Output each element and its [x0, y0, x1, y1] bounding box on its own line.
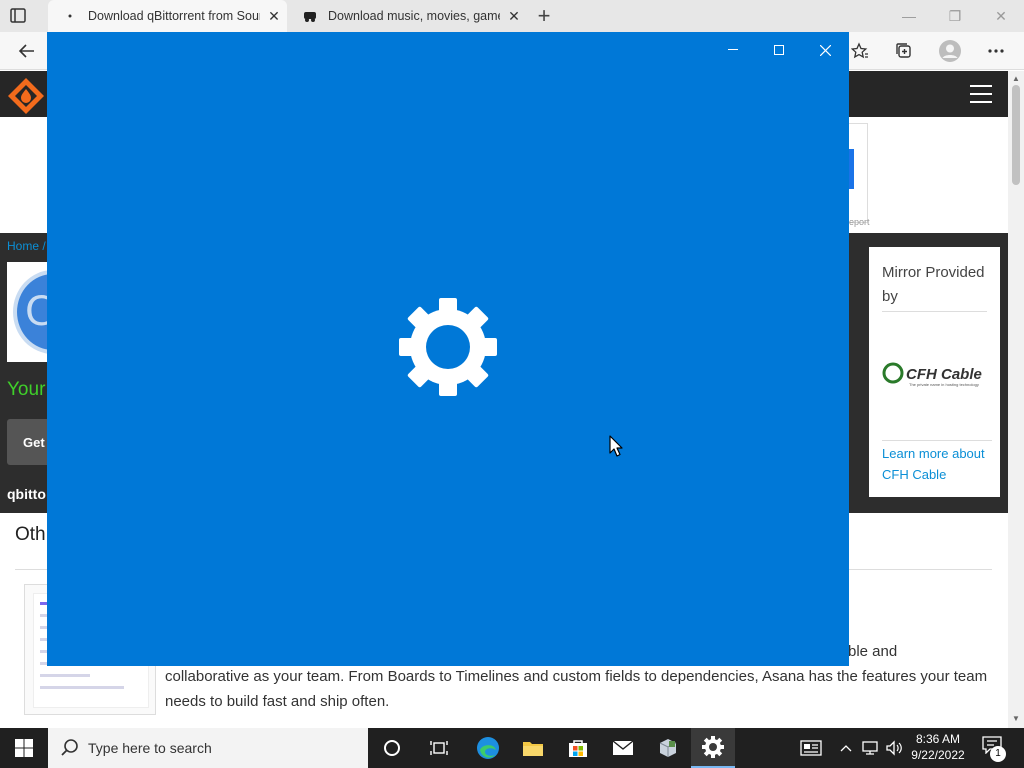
splash-maximize-icon[interactable]	[756, 38, 802, 62]
task-view-icon[interactable]	[417, 728, 461, 768]
scroll-up-icon[interactable]: ▲	[1012, 74, 1020, 83]
project-logo-icon: C	[13, 270, 49, 354]
search-icon	[60, 738, 80, 758]
minimize-icon[interactable]: —	[886, 4, 932, 28]
settings-icon[interactable]	[691, 728, 735, 768]
windows-logo-icon	[15, 739, 33, 757]
mirror-panel: Mirror Provided by CFH Cable The private…	[869, 247, 1000, 497]
project-icon-frame: C	[7, 262, 49, 362]
description-fragment: ble and	[848, 643, 898, 660]
clock-date: 9/22/2022	[911, 748, 965, 762]
svg-text:CFH Cable: CFH Cable	[906, 366, 982, 383]
mouse-cursor-icon	[609, 435, 623, 457]
tab-title: Download qBittorrent from Sour	[88, 9, 260, 23]
clock-time: 8:36 AM	[915, 732, 961, 746]
splash-minimize-icon[interactable]	[710, 38, 756, 62]
tab-close-icon[interactable]: ✕	[266, 8, 282, 24]
settings-splash-window	[47, 32, 849, 666]
mail-icon[interactable]	[601, 728, 645, 768]
project-name: qbitto	[7, 486, 46, 502]
news-widget-icon[interactable]	[796, 728, 826, 768]
scrollbar-thumb[interactable]	[1012, 85, 1020, 185]
more-menu-icon[interactable]	[983, 39, 1009, 63]
mirror-learn-more-link[interactable]: Learn more about CFH Cable	[882, 440, 992, 485]
notification-badge: 1	[990, 746, 1006, 762]
mirror-title: Mirror Provided by	[882, 261, 987, 312]
start-button[interactable]	[0, 728, 48, 768]
tab-music-movies[interactable]: Download music, movies, games ✕	[288, 0, 526, 32]
taskbar-clock[interactable]: 8:36 AM 9/22/2022	[900, 731, 976, 763]
new-tab-button[interactable]: +	[534, 3, 554, 28]
back-button[interactable]	[14, 39, 40, 63]
tab-title: Download music, movies, games	[328, 9, 500, 23]
cfh-cable-logo: CFH Cable The private name in hosting te…	[882, 359, 987, 389]
other-section-title: Oth	[15, 524, 46, 545]
restore-icon[interactable]: ❐	[932, 4, 978, 28]
menu-hamburger-icon[interactable]	[970, 85, 992, 103]
cortana-icon[interactable]	[370, 728, 414, 768]
chevron-up-icon[interactable]	[838, 728, 854, 768]
collections-icon[interactable]	[891, 39, 917, 63]
close-window-icon[interactable]: ✕	[978, 4, 1024, 28]
svg-text:The private name in hosting te: The private name in hosting technology	[909, 382, 979, 387]
scroll-down-icon[interactable]: ▼	[1012, 714, 1020, 723]
torrent-site-icon	[302, 8, 318, 24]
project-tagline: Your	[7, 379, 46, 400]
file-explorer-icon[interactable]	[511, 728, 555, 768]
splash-close-icon[interactable]	[802, 38, 848, 62]
tab-close-icon[interactable]: ✕	[506, 8, 522, 24]
site-logo-icon[interactable]	[6, 76, 46, 116]
store-icon[interactable]	[556, 728, 600, 768]
ad-report-link[interactable]: eport	[849, 217, 870, 227]
favorites-icon[interactable]	[847, 39, 873, 63]
taskbar-search-box[interactable]: Type here to search	[48, 728, 368, 768]
browser-tab-bar: Download qBittorrent from Sour ✕ Downloa…	[0, 0, 1024, 32]
edge-icon[interactable]	[466, 728, 510, 768]
tab-actions-icon[interactable]	[8, 7, 28, 25]
search-placeholder: Type here to search	[88, 740, 212, 756]
loading-dot-icon	[62, 8, 78, 24]
profile-avatar-icon[interactable]	[937, 39, 963, 63]
get-updates-button[interactable]: Get	[7, 419, 49, 465]
gear-icon	[399, 298, 497, 396]
page-scrollbar[interactable]: ▲ ▼	[1008, 71, 1024, 728]
app-icon[interactable]	[646, 728, 690, 768]
network-icon[interactable]	[860, 728, 880, 768]
breadcrumb[interactable]: Home /	[7, 239, 46, 253]
asana-description: collaborative as your team. From Boards …	[165, 668, 988, 710]
notification-center-icon[interactable]: 1	[982, 736, 1006, 762]
windows-taskbar: Type here to search 8:36 AM 9/22/2022 1	[0, 728, 1024, 768]
tab-qbittorrent[interactable]: Download qBittorrent from Sour ✕	[48, 0, 287, 32]
